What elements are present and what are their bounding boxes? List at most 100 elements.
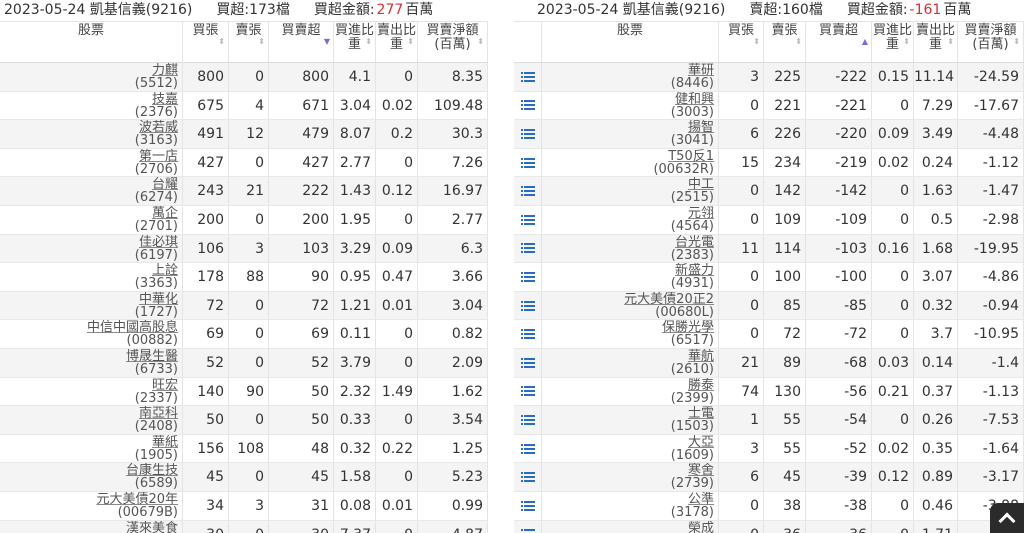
- header-col-buy[interactable]: 買張 ⬍: [183, 22, 229, 62]
- header-col-sell-ratio[interactable]: 賣出比重 ⬍: [914, 22, 958, 62]
- stock-cell[interactable]: 華航 (2610): [542, 348, 719, 377]
- row-detail-button[interactable]: [514, 377, 542, 406]
- stock-cell[interactable]: 佳必琪 (6197): [0, 234, 183, 263]
- sort-icon[interactable]: ⬍: [903, 38, 910, 46]
- stock-name-link[interactable]: 勝泰: [542, 379, 714, 392]
- scroll-to-top-button[interactable]: [990, 503, 1024, 533]
- stock-cell[interactable]: 榮成: [542, 520, 719, 533]
- stock-cell[interactable]: 揚智 (3041): [542, 120, 719, 148]
- stock-name-link[interactable]: 健和興: [542, 93, 714, 106]
- stock-cell[interactable]: 中工 (2515): [542, 177, 719, 205]
- stock-name-link[interactable]: 技嘉: [0, 93, 178, 106]
- stock-name-link[interactable]: 漢來美食: [0, 522, 178, 533]
- sort-icon[interactable]: ⬍: [753, 38, 760, 46]
- stock-cell[interactable]: 元翎 (4564): [542, 205, 719, 234]
- stock-cell[interactable]: 萬企 (2701): [0, 205, 183, 234]
- sort-icon[interactable]: ⬍: [258, 38, 265, 46]
- header-col-stock[interactable]: 股票: [0, 22, 183, 62]
- header-col-sell[interactable]: 賣張 ⬍: [764, 22, 806, 62]
- stock-cell[interactable]: 台耀 (6274): [0, 177, 183, 205]
- stock-name-link[interactable]: 元大美債20年: [0, 493, 178, 506]
- stock-name-link[interactable]: 中華化: [0, 293, 178, 306]
- stock-cell[interactable]: 中信中國高股息 (00882): [0, 320, 183, 348]
- stock-cell[interactable]: 華紙 (1905): [0, 434, 183, 463]
- stock-cell[interactable]: 波若威 (3163): [0, 120, 183, 148]
- row-detail-button[interactable]: [514, 63, 542, 91]
- sort-icon[interactable]: ⬍: [795, 38, 802, 46]
- stock-cell[interactable]: 健和興 (3003): [542, 91, 719, 120]
- header-col-amount[interactable]: 買賣淨額(百萬) ⬍: [418, 22, 488, 62]
- header-col-stock[interactable]: 股票: [542, 22, 719, 62]
- row-detail-button[interactable]: [514, 291, 542, 320]
- header-col-sell[interactable]: 賣張 ⬍: [229, 22, 269, 62]
- stock-cell[interactable]: 勝泰 (2399): [542, 377, 719, 406]
- stock-cell[interactable]: 新盛力 (4931): [542, 263, 719, 291]
- row-detail-button[interactable]: [514, 348, 542, 377]
- row-detail-button[interactable]: [514, 234, 542, 263]
- stock-name-link[interactable]: 元大美債20正2: [542, 293, 714, 306]
- stock-cell[interactable]: 寒舍 (2739): [542, 463, 719, 491]
- stock-cell[interactable]: 士電 (1503): [542, 406, 719, 434]
- stock-name-link[interactable]: 華紙: [0, 436, 178, 449]
- sort-icon[interactable]: ⬍: [407, 38, 414, 46]
- row-detail-button[interactable]: [514, 491, 542, 520]
- stock-cell[interactable]: 元大美債20年 (00679B): [0, 491, 183, 520]
- header-col-buy[interactable]: 買張 ⬍: [719, 22, 764, 62]
- row-detail-button[interactable]: [514, 177, 542, 205]
- stock-cell[interactable]: 台光電 (2383): [542, 234, 719, 263]
- stock-cell[interactable]: T50反1 (00632R): [542, 148, 719, 177]
- row-detail-button[interactable]: [514, 406, 542, 434]
- stock-name-link[interactable]: 大亞: [542, 436, 714, 449]
- stock-name-link[interactable]: 華航: [542, 350, 714, 363]
- stock-name-link[interactable]: 佳必琪: [0, 236, 178, 249]
- stock-cell[interactable]: 力麒 (5512): [0, 63, 183, 91]
- stock-cell[interactable]: 博晟生醫 (6733): [0, 348, 183, 377]
- row-detail-button[interactable]: [514, 520, 542, 533]
- stock-name-link[interactable]: 公準: [542, 493, 714, 506]
- stock-name-link[interactable]: T50反1: [542, 150, 714, 163]
- stock-cell[interactable]: 元大美債20正2 (00680L): [542, 291, 719, 320]
- stock-name-link[interactable]: 台光電: [542, 236, 714, 249]
- net-cell: -220: [806, 120, 872, 148]
- row-detail-button[interactable]: [514, 463, 542, 491]
- stock-cell[interactable]: 漢來美食: [0, 520, 183, 533]
- stock-cell[interactable]: 技嘉 (2376): [0, 91, 183, 120]
- stock-cell[interactable]: 保勝光學 (6517): [542, 320, 719, 348]
- header-col-buy-ratio[interactable]: 買進比重 ⬍: [334, 22, 376, 62]
- row-detail-button[interactable]: [514, 205, 542, 234]
- stock-name-link[interactable]: 榮成: [542, 522, 714, 533]
- row-detail-button[interactable]: [514, 263, 542, 291]
- header-col-net[interactable]: 買賣超 ▲: [806, 22, 872, 62]
- sort-icon[interactable]: ⬍: [365, 38, 372, 46]
- stock-name-link[interactable]: 第一店: [0, 150, 178, 163]
- stock-cell[interactable]: 南亞科 (2408): [0, 406, 183, 434]
- header-col-buy-ratio[interactable]: 買進比重 ⬍: [872, 22, 914, 62]
- sort-icon[interactable]: ⬍: [218, 38, 225, 46]
- stock-cell[interactable]: 華研 (8446): [542, 63, 719, 91]
- stock-cell[interactable]: 旺宏 (2337): [0, 377, 183, 406]
- row-detail-button[interactable]: [514, 148, 542, 177]
- sort-icon[interactable]: ▼: [324, 38, 330, 46]
- panel-title: 2023-05-24 凱基信義(9216) 買超:173檔 買超金額: 277 百萬: [0, 0, 488, 22]
- row-detail-button[interactable]: [514, 434, 542, 463]
- header-col-amount[interactable]: 買賣淨額(百萬) ⬍: [958, 22, 1024, 62]
- sort-icon[interactable]: ▲: [862, 38, 868, 46]
- header-label: 賣張: [235, 23, 262, 38]
- stock-cell[interactable]: 台康生技 (6589): [0, 463, 183, 491]
- stock-name-link[interactable]: 博晟生醫: [0, 350, 178, 363]
- stock-cell[interactable]: 第一店 (2706): [0, 148, 183, 177]
- sort-icon[interactable]: ⬍: [1013, 38, 1020, 46]
- row-detail-button[interactable]: [514, 91, 542, 120]
- stock-name-link[interactable]: 旺宏: [0, 379, 178, 392]
- header-col-net[interactable]: 買賣超 ▼: [269, 22, 334, 62]
- row-detail-button[interactable]: [514, 120, 542, 148]
- stock-cell[interactable]: 公準 (3178): [542, 491, 719, 520]
- header-col-sell-ratio[interactable]: 賣出比重 ⬍: [376, 22, 418, 62]
- sort-icon[interactable]: ⬍: [477, 38, 484, 46]
- row-detail-button[interactable]: [514, 320, 542, 348]
- sort-icon[interactable]: ⬍: [947, 38, 954, 46]
- stock-cell[interactable]: 上詮 (3363): [0, 263, 183, 291]
- amount-cell: 16.97: [418, 177, 488, 205]
- stock-cell[interactable]: 中華化 (1727): [0, 291, 183, 320]
- stock-cell[interactable]: 大亞 (1609): [542, 434, 719, 463]
